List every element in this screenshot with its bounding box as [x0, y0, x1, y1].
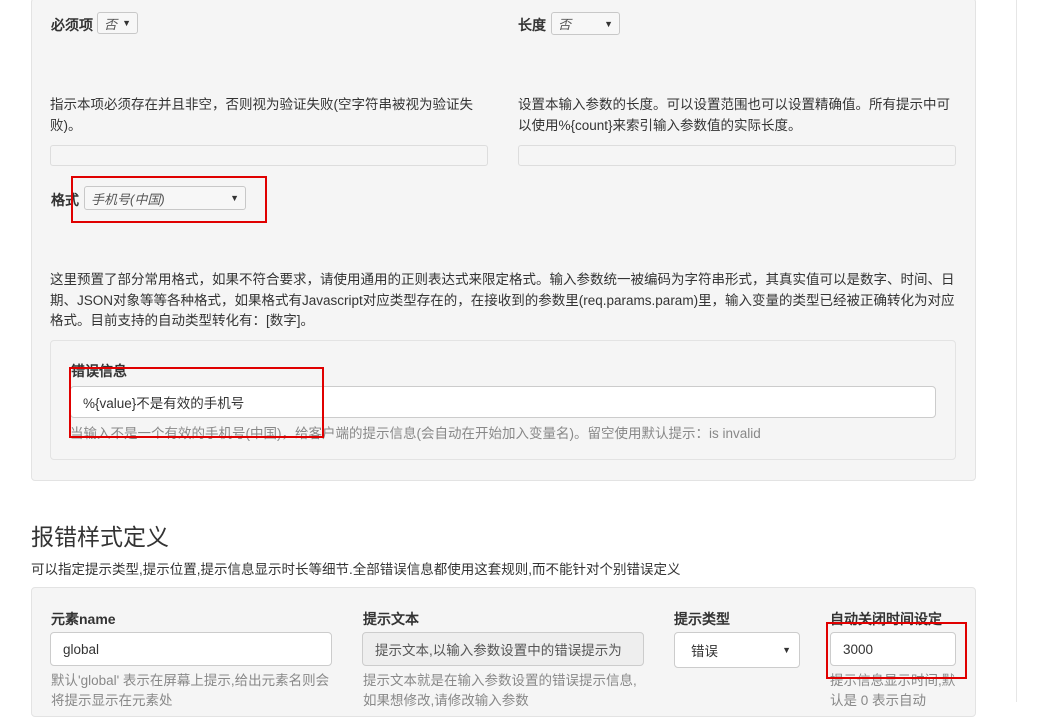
length-extra-field[interactable]	[518, 145, 956, 166]
hint-text-label: 提示文本	[363, 611, 419, 627]
hint-type-label: 提示类型	[674, 611, 730, 627]
required-extra-field[interactable]	[50, 145, 488, 166]
required-help: 指示本项必须存在并且非空，否则视为验证失败(空字符串被视为验证失败)。	[50, 97, 473, 133]
element-name-label: 元素name	[51, 611, 116, 627]
section-title: 报错样式定义	[31, 524, 169, 550]
scroll-rail	[1016, 0, 1017, 702]
required-label: 必须项	[51, 17, 93, 33]
chevron-down-icon: ▼	[782, 645, 791, 655]
section-description: 可以指定提示类型,提示位置,提示信息显示时长等细节.全部错误信息都使用这套规则,…	[31, 562, 681, 577]
highlight-box-error-message	[69, 367, 324, 438]
hint-type-select[interactable]: 错误 ▼	[674, 632, 800, 668]
hint-type-select-value: 错误	[691, 644, 718, 659]
length-select[interactable]: 否 ▼	[551, 12, 620, 35]
length-label: 长度	[518, 17, 546, 33]
required-select-value: 否	[104, 16, 118, 32]
hint-text-input: 提示文本,以输入参数设置中的错误提示为	[362, 632, 644, 666]
highlight-box-auto-close	[826, 622, 967, 679]
hint-text-help: 提示文本就是在输入参数设置的错误提示信息,如果想修改,请修改输入参数	[363, 673, 637, 708]
element-name-help: 默认'global' 表示在屏幕上提示,给出元素名则会将提示显示在元素处	[51, 673, 330, 708]
required-select[interactable]: 否 ▼	[97, 12, 138, 34]
length-select-value: 否	[558, 17, 572, 32]
chevron-down-icon: ▼	[122, 18, 131, 28]
format-help: 这里预置了部分常用格式，如果不符合要求，请使用通用的正则表达式来限定格式。输入参…	[50, 272, 955, 328]
highlight-box-format	[71, 176, 267, 223]
element-name-input[interactable]: global	[50, 632, 332, 666]
length-help: 设置本输入参数的长度。可以设置范围也可以设置精确值。所有提示中可以使用%{cou…	[518, 97, 950, 133]
chevron-down-icon: ▼	[604, 18, 613, 29]
